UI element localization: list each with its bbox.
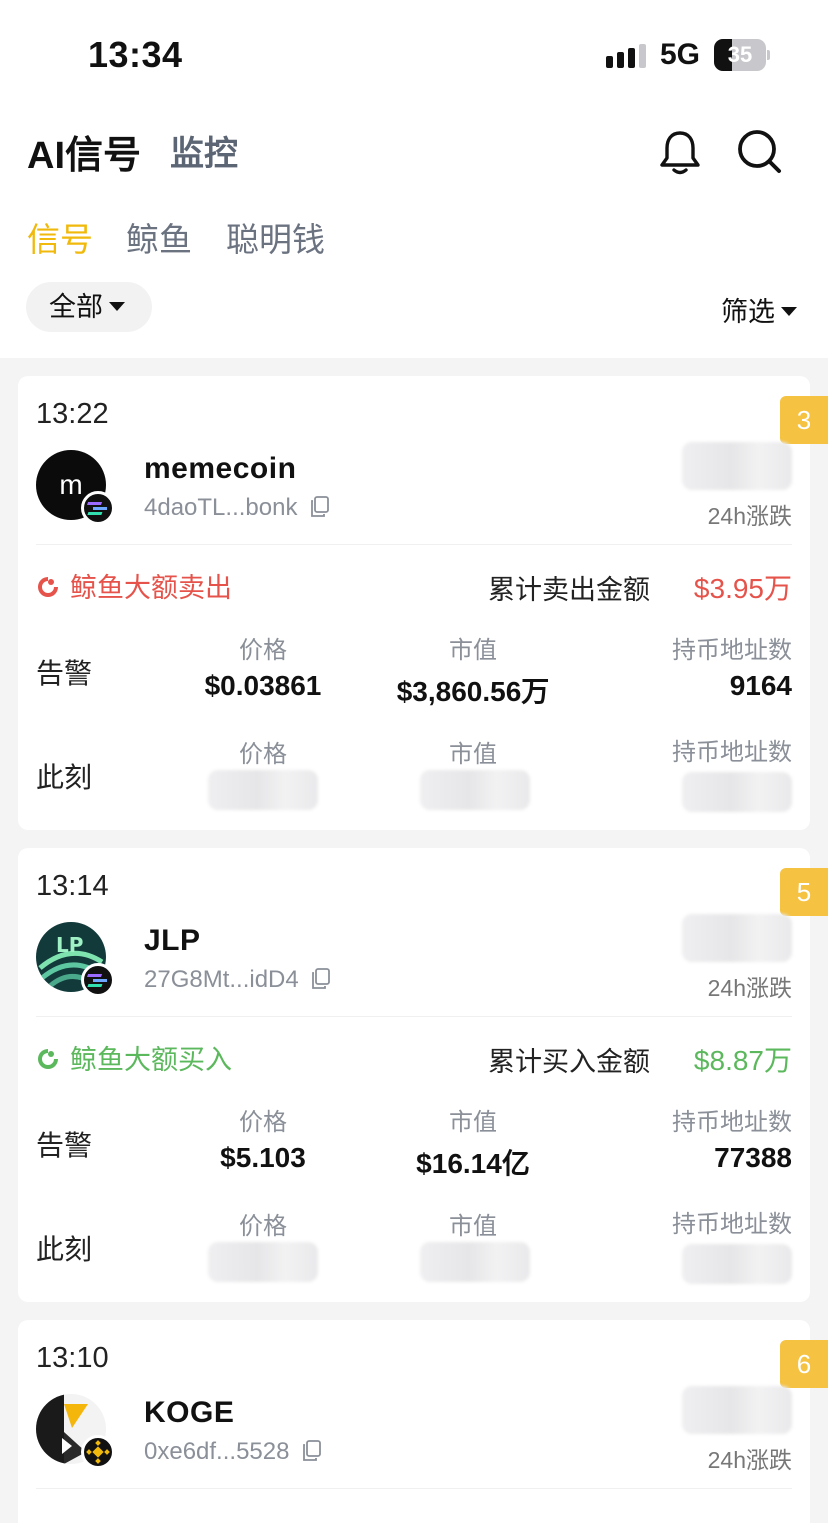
signal-count-badge: 6 bbox=[780, 1340, 828, 1388]
now-price-placeholder bbox=[208, 1242, 318, 1282]
price-header: 价格 bbox=[239, 637, 287, 664]
alert-price: $5.103 bbox=[220, 1142, 306, 1173]
change-value-placeholder bbox=[682, 1386, 792, 1434]
battery-level: 35 bbox=[727, 42, 753, 67]
signal-card[interactable]: 13:10 6 KOGE 0xe6df...5528 24h涨跌 bbox=[18, 1320, 828, 1523]
now-mcap-placeholder bbox=[420, 1242, 530, 1282]
holders-header: 持币地址数 bbox=[672, 739, 792, 766]
sum-value: $3.95万 bbox=[693, 573, 792, 604]
signal-count-badge: 5 bbox=[780, 868, 828, 916]
whale-icon bbox=[38, 1049, 58, 1070]
price-header: 价格 bbox=[239, 741, 287, 768]
address-text: 4daoTL...bonk bbox=[144, 494, 298, 521]
alert-holders: 77388 bbox=[714, 1142, 792, 1173]
now-row-label: 此刻 bbox=[36, 762, 93, 793]
divider bbox=[36, 1016, 792, 1017]
battery-icon: 35 bbox=[714, 39, 770, 71]
signal-time: 13:22 bbox=[36, 398, 109, 430]
holders-header: 持币地址数 bbox=[672, 637, 792, 664]
change-value-placeholder bbox=[682, 914, 792, 962]
alert-mcap: $16.14亿 bbox=[416, 1148, 530, 1179]
token-name: JLP bbox=[144, 924, 201, 957]
token-name: KOGE bbox=[144, 1396, 235, 1429]
change-24h-label: 24h涨跌 bbox=[707, 975, 792, 1001]
now-mcap-placeholder bbox=[420, 770, 530, 810]
solana-chain-icon bbox=[81, 963, 115, 997]
divider bbox=[36, 544, 792, 545]
chevron-down-icon bbox=[781, 307, 797, 317]
alert-mcap: $3,860.56万 bbox=[396, 676, 550, 707]
now-row-label: 此刻 bbox=[36, 1234, 93, 1265]
mcap-header: 市值 bbox=[449, 741, 497, 768]
filter-dropdown[interactable]: 筛选 bbox=[721, 290, 797, 329]
copy-icon[interactable] bbox=[311, 967, 331, 990]
price-header: 价格 bbox=[239, 1213, 287, 1240]
mcap-header: 市值 bbox=[449, 1213, 497, 1240]
avatar-letter: m bbox=[59, 469, 83, 500]
event-label: 鲸鱼大额卖出 bbox=[36, 566, 232, 605]
signal-icon bbox=[606, 44, 646, 68]
alert-row-label: 告警 bbox=[36, 658, 93, 689]
status-time: 13:34 bbox=[88, 34, 183, 75]
signal-count-badge: 3 bbox=[780, 396, 828, 444]
mcap-header: 市值 bbox=[449, 637, 497, 664]
signal-time: 13:10 bbox=[36, 1342, 109, 1374]
chevron-down-icon bbox=[109, 302, 125, 312]
event-label: 鲸鱼大额买入 bbox=[36, 1038, 232, 1077]
now-holders-placeholder bbox=[682, 1244, 792, 1284]
tab-whale[interactable]: 鲸鱼 bbox=[126, 213, 192, 261]
bnb-chain-icon bbox=[81, 1435, 115, 1469]
scope-dropdown[interactable]: 全部 bbox=[26, 282, 152, 332]
token-address: 27G8Mt...idD4 bbox=[144, 966, 331, 994]
address-text: 27G8Mt...idD4 bbox=[144, 966, 299, 993]
monitor-tab[interactable]: 监控 bbox=[170, 126, 238, 175]
divider bbox=[36, 1488, 792, 1489]
sum-label: 累计买入金额 bbox=[488, 1047, 650, 1077]
scope-label: 全部 bbox=[49, 292, 103, 322]
token-name: memecoin bbox=[144, 452, 297, 485]
solana-chain-icon bbox=[81, 491, 115, 525]
now-price-placeholder bbox=[208, 770, 318, 810]
token-address: 0xe6df...5528 bbox=[144, 1438, 322, 1466]
change-24h-label: 24h涨跌 bbox=[707, 503, 792, 529]
price-header: 价格 bbox=[239, 1109, 287, 1136]
alert-price: $0.03861 bbox=[204, 670, 322, 701]
holders-header: 持币地址数 bbox=[672, 1109, 792, 1136]
signal-time: 13:14 bbox=[36, 870, 109, 902]
avatar-letter: LP bbox=[56, 933, 83, 957]
alert-holders: 9164 bbox=[729, 670, 792, 701]
holders-header: 持币地址数 bbox=[672, 1211, 792, 1238]
change-value-placeholder bbox=[682, 442, 792, 490]
event-text: 鲸鱼大额卖出 bbox=[70, 573, 232, 603]
top-panel: 13:34 5G 35 AI信号 监控 信号 鲸鱼 聪明钱 全部 筛选 bbox=[0, 0, 828, 358]
alert-row-label: 告警 bbox=[36, 1130, 93, 1161]
sum-value: $8.87万 bbox=[693, 1045, 792, 1076]
copy-icon[interactable] bbox=[310, 495, 330, 518]
bell-icon[interactable] bbox=[658, 128, 702, 176]
whale-icon bbox=[38, 577, 58, 598]
sum-label: 累计卖出金额 bbox=[488, 575, 650, 605]
change-24h-label: 24h涨跌 bbox=[707, 1447, 792, 1473]
copy-icon[interactable] bbox=[302, 1439, 322, 1462]
signal-card[interactable]: 13:14 5 LP JLP 27G8Mt...idD4 24h涨跌 鲸鱼大额买… bbox=[18, 848, 828, 1302]
signal-card[interactable]: 13:22 3 m memecoin 4daoTL...bonk 24h涨跌 鲸… bbox=[18, 376, 828, 830]
event-text: 鲸鱼大额买入 bbox=[70, 1045, 232, 1075]
page-title: AI信号 bbox=[27, 135, 142, 177]
tab-smart-money[interactable]: 聪明钱 bbox=[226, 213, 325, 261]
mcap-header: 市值 bbox=[449, 1109, 497, 1136]
token-address: 4daoTL...bonk bbox=[144, 494, 330, 522]
filter-label: 筛选 bbox=[721, 297, 775, 327]
search-icon[interactable] bbox=[736, 128, 782, 174]
tab-signal[interactable]: 信号 bbox=[27, 213, 93, 261]
now-holders-placeholder bbox=[682, 772, 792, 812]
address-text: 0xe6df...5528 bbox=[144, 1438, 290, 1465]
network-type: 5G bbox=[660, 38, 701, 71]
